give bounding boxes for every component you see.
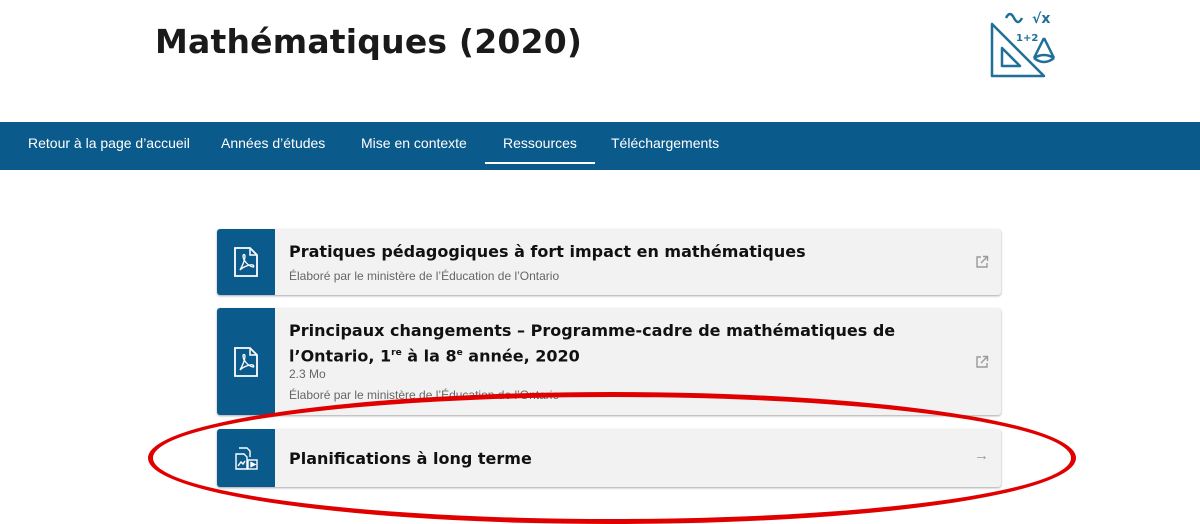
nav-home[interactable]: Retour à la page d’accueil bbox=[28, 122, 190, 170]
card-author: Élaboré par le ministère de l’Éducation … bbox=[289, 388, 560, 402]
main-navbar: Retour à la page d’accueil Années d’étud… bbox=[0, 122, 1200, 170]
arrow-right-icon[interactable]: → bbox=[974, 447, 989, 464]
card-author: Élaboré par le ministère de l’Éducation … bbox=[289, 269, 560, 283]
resource-card-pedagogy[interactable]: Pratiques pédagogiques à fort impact en … bbox=[217, 229, 1001, 295]
nav-downloads[interactable]: Téléchargements bbox=[611, 122, 719, 170]
resource-card-key-changes[interactable]: Principaux changements – Programme-cadre… bbox=[217, 308, 1001, 415]
media-files-icon bbox=[235, 447, 258, 470]
card-icon-column bbox=[217, 308, 275, 415]
nav-grades[interactable]: Années d’études bbox=[221, 122, 325, 170]
page-title: Mathématiques (2020) bbox=[155, 22, 583, 61]
card-title: Principaux changements – Programme-cadre… bbox=[289, 321, 896, 366]
resource-card-long-term-plans[interactable]: Planifications à long terme → bbox=[217, 429, 1001, 487]
pdf-file-icon bbox=[234, 247, 258, 277]
svg-text:1+2: 1+2 bbox=[1016, 33, 1038, 44]
card-title: Pratiques pédagogiques à fort impact en … bbox=[289, 242, 806, 261]
math-tools-icon: √x 1+2 bbox=[988, 8, 1066, 80]
svg-text:√x: √x bbox=[1032, 11, 1050, 27]
card-file-size: 2.3 Mo bbox=[289, 367, 326, 381]
nav-context[interactable]: Mise en contexte bbox=[361, 122, 467, 170]
external-link-icon[interactable] bbox=[975, 255, 989, 272]
card-icon-column bbox=[217, 429, 275, 487]
card-icon-column bbox=[217, 229, 275, 295]
card-title: Planifications à long terme bbox=[289, 449, 532, 468]
nav-resources[interactable]: Ressources bbox=[485, 122, 595, 170]
pdf-file-icon bbox=[234, 347, 258, 377]
external-link-icon[interactable] bbox=[975, 355, 989, 372]
